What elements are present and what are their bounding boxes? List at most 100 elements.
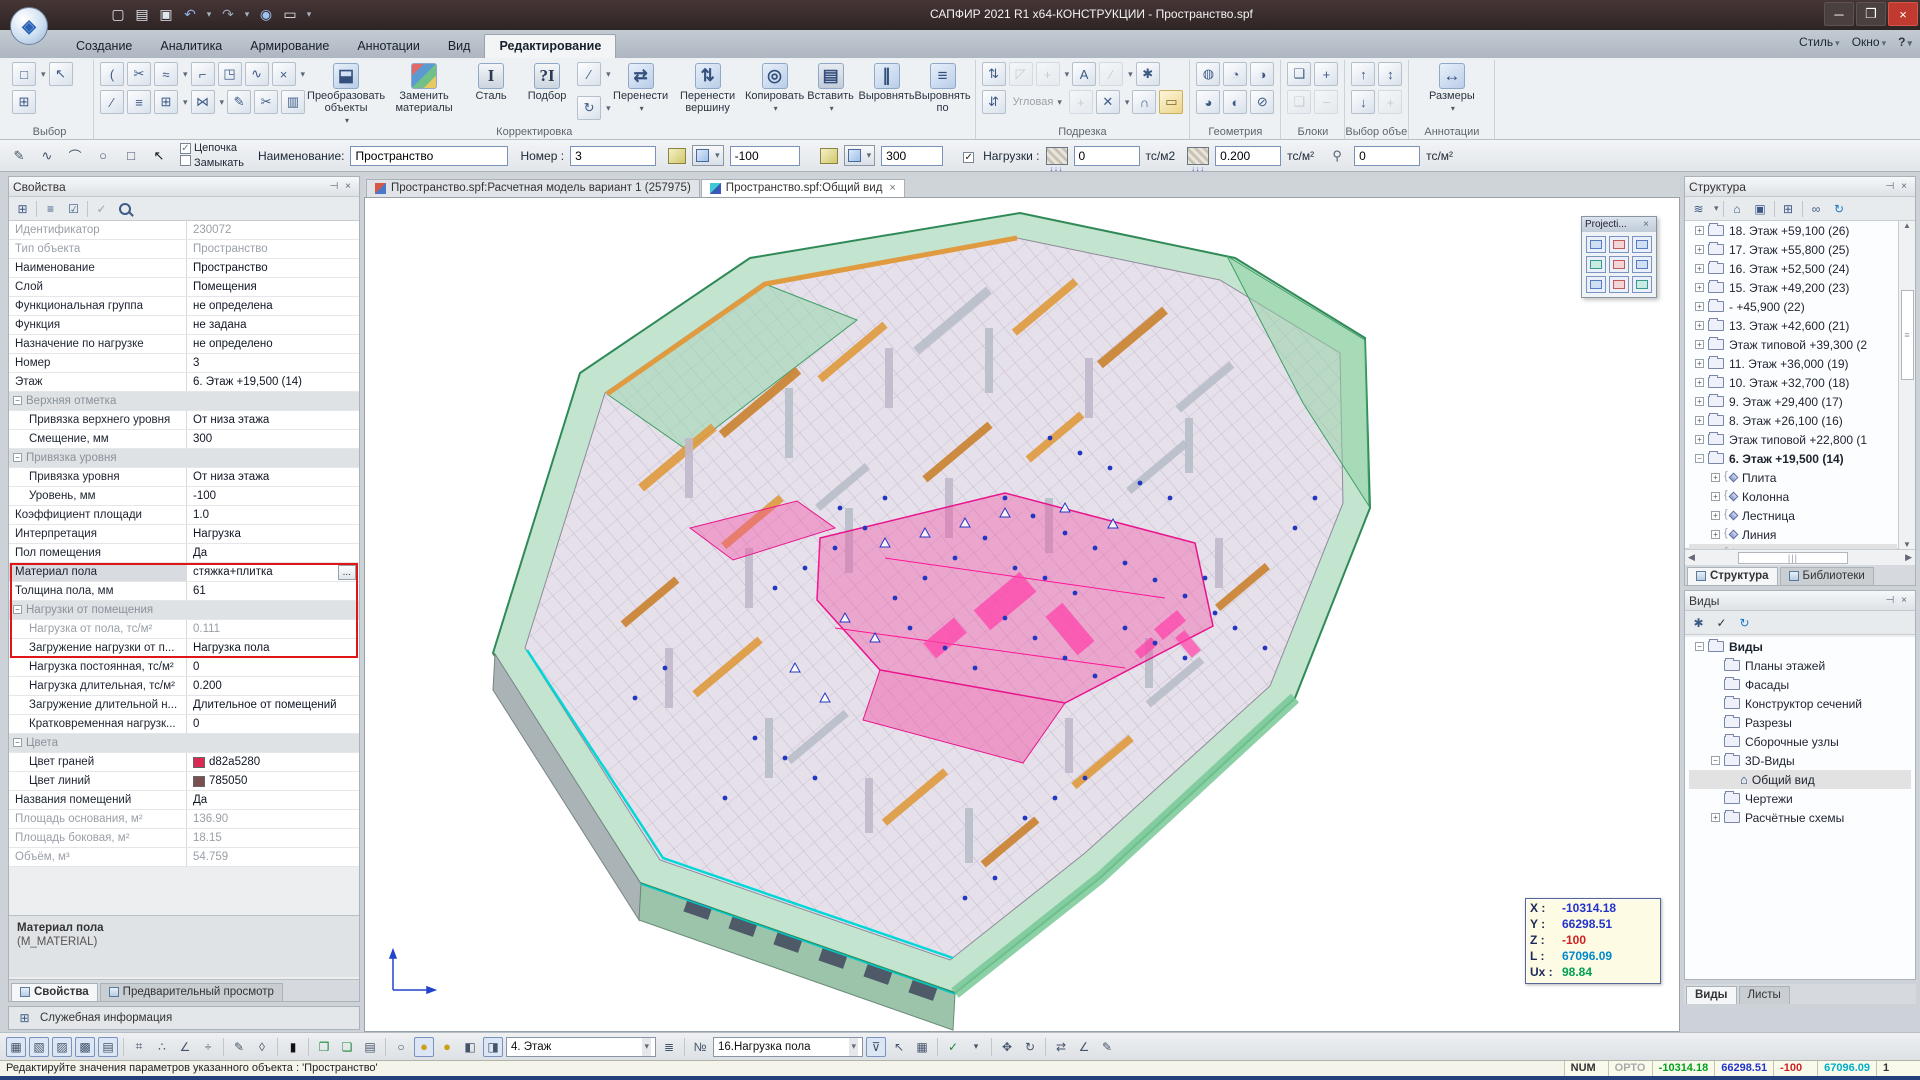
name-input[interactable] (350, 146, 508, 166)
view-toggle-5-icon[interactable]: ▤ (98, 1037, 118, 1057)
cursor-filter-icon[interactable]: ↖ (889, 1037, 909, 1057)
property-value[interactable]: Нагрузка (187, 525, 359, 543)
pin-icon[interactable]: ⊣ (1883, 180, 1897, 194)
corner-rect-icon[interactable]: ◳ (218, 62, 242, 86)
pick-cursor-icon[interactable]: ↖ (148, 145, 170, 167)
align-button[interactable]: ∥ Выровнять (861, 62, 913, 103)
select-frame-icon[interactable]: ⊞ (12, 90, 36, 114)
view-toggle-2-icon[interactable]: ▧ (29, 1037, 49, 1057)
pan-icon[interactable]: ✥ (997, 1037, 1017, 1057)
property-row[interactable]: СлойПомещения (9, 278, 359, 297)
qat-options-icon[interactable]: ▾ (304, 4, 314, 24)
line-break-icon[interactable]: ∕ (100, 90, 124, 114)
brick-icon[interactable]: ▤ (360, 1037, 380, 1057)
snap-node-icon[interactable]: ∴ (152, 1037, 172, 1057)
ellipsis-button[interactable]: ... (338, 565, 356, 580)
view-settings-icon[interactable]: ✱ (1689, 613, 1708, 632)
tab-views[interactable]: Виды (1686, 986, 1737, 1004)
tree-item[interactable]: +Сборочные узлы (1689, 732, 1911, 751)
structure-horizontal-scrollbar[interactable]: ◀|||▶ (1685, 549, 1915, 565)
select-cross-icon[interactable]: + (1378, 90, 1402, 114)
property-row[interactable]: Пол помещенияДа (9, 544, 359, 563)
dark-display-icon[interactable]: ▮ (283, 1037, 303, 1057)
expand-icon[interactable]: + (1695, 302, 1704, 311)
close-tab-icon[interactable]: × (889, 182, 895, 194)
boolean-subtract-icon[interactable]: ◔ (1223, 62, 1247, 86)
property-row[interactable]: Нагрузка постоянная, тс/м²0 (9, 658, 359, 677)
open-file-icon[interactable]: ▤ (132, 4, 152, 24)
checked-list-icon[interactable]: ☑ (64, 199, 83, 218)
eyedropper-icon[interactable]: ✎ (227, 90, 251, 114)
close-panel-icon[interactable]: × (1897, 180, 1911, 194)
redo-dropdown-icon[interactable]: ▾ (242, 4, 252, 24)
expand-icon[interactable]: + (1695, 397, 1704, 406)
view-toggle-3-icon[interactable]: ▨ (52, 1037, 72, 1057)
offset-icon[interactable]: ⌐ (191, 62, 215, 86)
property-row[interactable]: Уровень, мм-100 (9, 487, 359, 506)
tab-creation[interactable]: Создание (62, 35, 146, 58)
apply-icon[interactable]: ✓ (92, 199, 111, 218)
property-value[interactable]: 0 (187, 715, 359, 733)
freeform-icon[interactable]: ∿ (245, 62, 269, 86)
property-value[interactable]: 300 (187, 430, 359, 448)
sketch-icon[interactable]: ✎ (1097, 1037, 1117, 1057)
filter-icon[interactable]: ≋ (1689, 199, 1708, 218)
mirror-icon[interactable]: ⋈ (191, 90, 215, 114)
select-height-icon[interactable]: ↕ (1378, 62, 1402, 86)
replace-materials-button[interactable]: Заменить материалы (387, 62, 461, 115)
color-swatch[interactable] (193, 776, 205, 787)
property-row[interactable]: Номер3 (9, 354, 359, 373)
draw-polyline-icon[interactable]: ∿ (36, 145, 58, 167)
binoculars-icon[interactable]: ∞ (1807, 199, 1826, 218)
property-row[interactable]: ИнтерпретацияНагрузка (9, 525, 359, 544)
tree-item[interactable]: +⌂Общий вид (1689, 770, 1911, 789)
section-box-icon[interactable]: ▣ (1751, 199, 1770, 218)
fit-button[interactable]: ?Ι Подбор (521, 62, 573, 103)
expand-icon[interactable]: + (1695, 226, 1704, 235)
bottom-anchor-combo[interactable]: ▾ (692, 145, 724, 166)
draw-pencil-icon[interactable]: ✎ (8, 145, 30, 167)
close-panel-icon[interactable]: × (341, 180, 355, 194)
draw-line-icon[interactable]: ✎ (229, 1037, 249, 1057)
property-value[interactable]: 18.15 (187, 829, 359, 847)
tab-sheets[interactable]: Листы (1739, 986, 1790, 1004)
maximize-button[interactable]: ❐ (1856, 2, 1886, 26)
property-value[interactable]: не задана (187, 316, 359, 334)
tree-item[interactable]: +Конструктор сечений (1689, 694, 1911, 713)
boolean-merge-icon[interactable]: ◕ (1196, 90, 1220, 114)
service-info-bar[interactable]: ⊞ Служебная информация (8, 1006, 360, 1030)
property-row[interactable]: Толщина пола, мм61 (9, 582, 359, 601)
projection-axon-icon[interactable] (1632, 276, 1652, 293)
align-edge-icon[interactable]: ≡ (127, 90, 151, 114)
property-value[interactable]: 0.111 (187, 620, 359, 638)
steel-button[interactable]: Ι Сталь (465, 62, 517, 103)
property-section-row[interactable]: −Нагрузки от помещения (9, 601, 359, 620)
view-toggle-1-icon[interactable]: ▦ (6, 1037, 26, 1057)
draw-rect-icon[interactable]: □ (120, 145, 142, 167)
bottom-offset-input[interactable] (730, 146, 800, 166)
tree-item[interactable]: +15. Этаж +49,200 (23) (1689, 278, 1897, 297)
sphere-tool-icon[interactable]: ◉ (256, 4, 276, 24)
property-value[interactable]: 6. Этаж +19,500 (14) (187, 373, 359, 391)
delete-icon[interactable]: × (272, 62, 296, 86)
select-cursor-icon[interactable]: ↖ (49, 62, 73, 86)
arc-tool-icon[interactable]: ( (100, 62, 124, 86)
tree-item[interactable]: −3D-Виды (1689, 751, 1911, 770)
save-icon[interactable]: ▣ (156, 4, 176, 24)
refresh-views-icon[interactable]: ↻ (1735, 613, 1754, 632)
property-row[interactable]: Цвет гранейd82a5280 (9, 753, 359, 772)
property-row[interactable]: Этаж6. Этаж +19,500 (14) (9, 373, 359, 392)
boolean-split-icon[interactable]: ◐ (1223, 90, 1247, 114)
erase-icon[interactable]: ◊ (252, 1037, 272, 1057)
add-item-icon[interactable]: ⊞ (1779, 199, 1798, 218)
property-row[interactable]: Кратковременная нагрузк...0 (9, 715, 359, 734)
expand-icon[interactable]: + (1695, 340, 1704, 349)
style-menu[interactable]: Стиль▾ (1799, 35, 1840, 49)
tree-item[interactable]: +Фасады (1689, 675, 1911, 694)
property-value[interactable]: не определена (187, 297, 359, 315)
apply-dropdown-icon[interactable]: ▾ (966, 1037, 986, 1057)
snap-edge-icon[interactable]: ∠ (175, 1037, 195, 1057)
orbit-icon[interactable]: ↻ (1020, 1037, 1040, 1057)
ungroup-icon[interactable]: − (1314, 90, 1338, 114)
measure-angle-icon[interactable]: ∕ (577, 62, 601, 86)
